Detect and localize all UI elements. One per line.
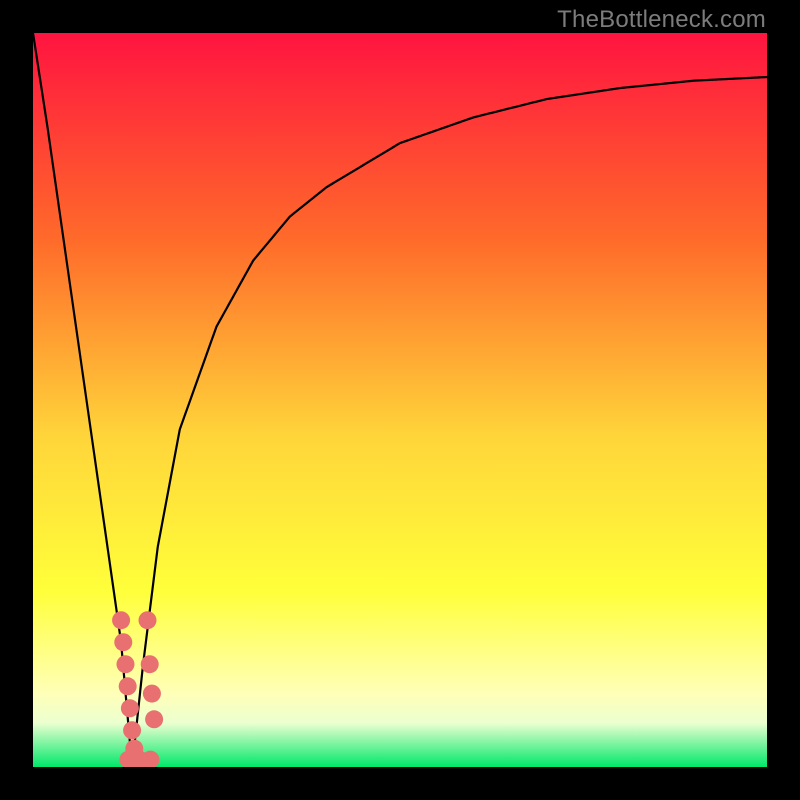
marker-point	[123, 721, 141, 739]
watermark-text: TheBottleneck.com	[557, 6, 766, 34]
marker-point	[114, 633, 132, 651]
marker-point	[112, 611, 130, 629]
chart-frame: TheBottleneck.com	[0, 0, 800, 800]
marker-point	[116, 655, 134, 673]
marker-point	[141, 655, 159, 673]
marker-point	[145, 710, 163, 728]
marker-point	[119, 677, 137, 695]
marker-point	[121, 699, 139, 717]
plot-svg	[33, 33, 767, 767]
marker-point	[139, 611, 157, 629]
marker-point	[143, 685, 161, 703]
plot-area	[33, 33, 767, 767]
